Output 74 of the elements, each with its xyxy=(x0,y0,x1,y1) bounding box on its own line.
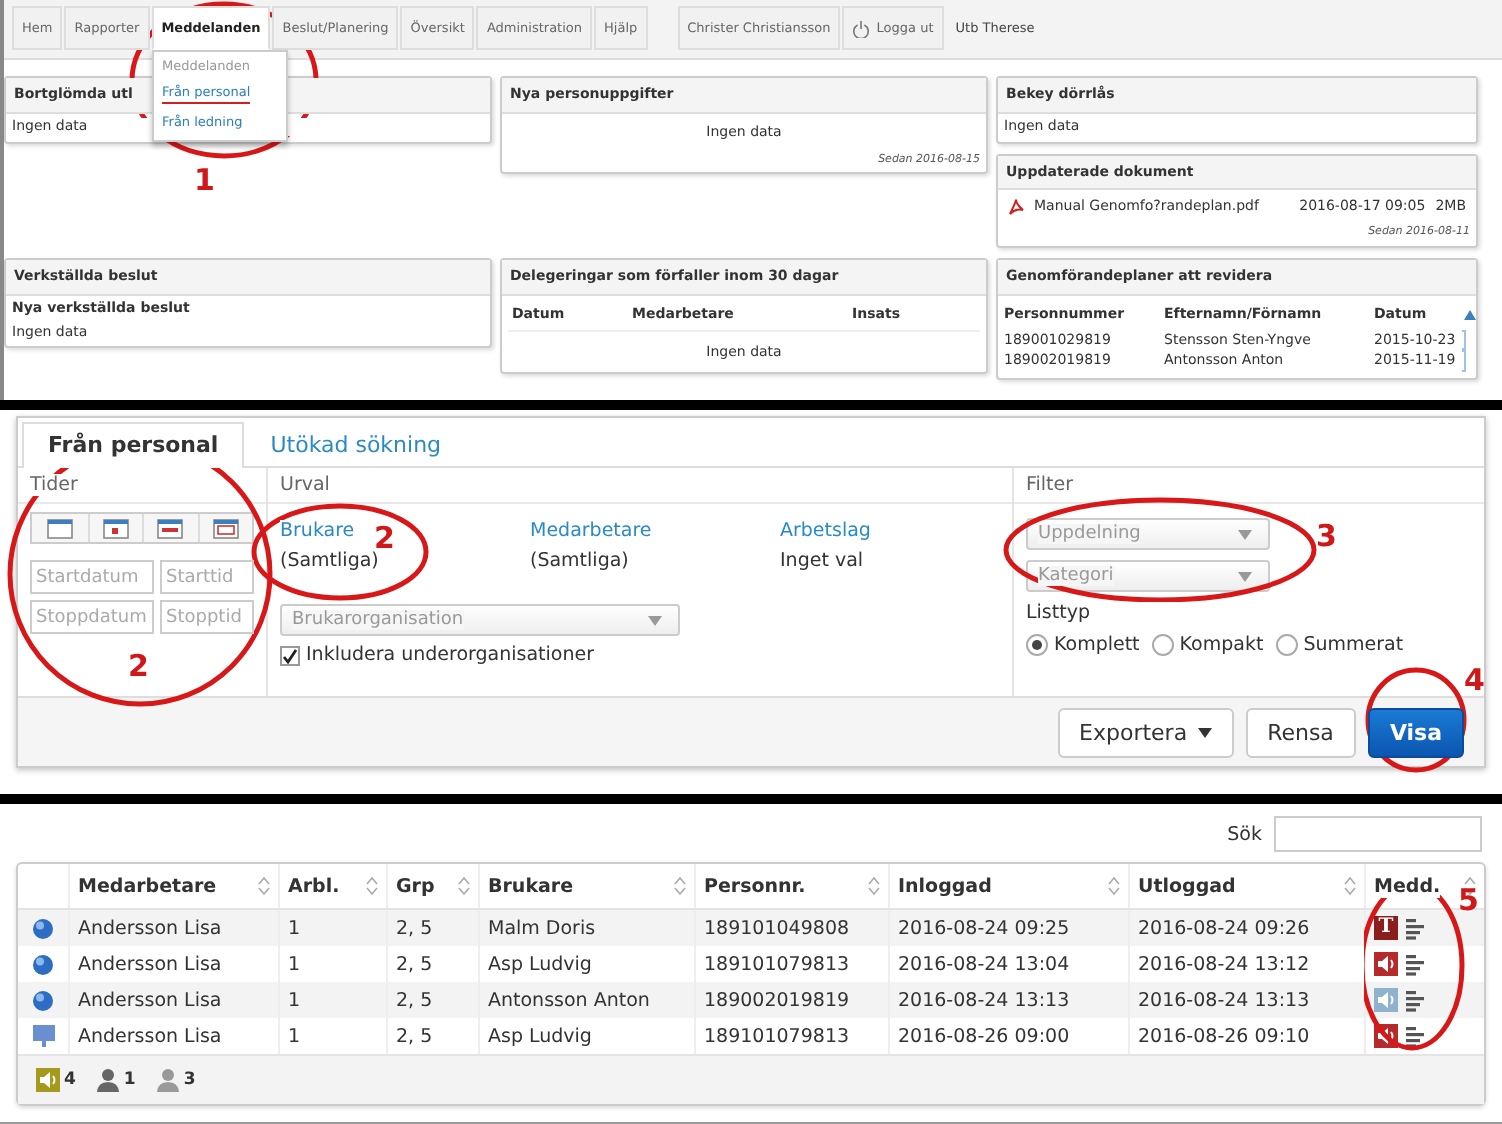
sort-icon xyxy=(458,876,470,896)
checkmark-icon xyxy=(282,647,298,663)
sort-icon xyxy=(674,876,686,896)
export-button[interactable]: Exportera xyxy=(1057,707,1234,757)
status-circle-icon xyxy=(32,917,54,939)
column-header[interactable]: Brukare xyxy=(478,864,694,908)
tab[interactable]: Från personal xyxy=(22,422,245,468)
text-lines-icon xyxy=(1406,917,1426,939)
table-cell: 2016-08-24 13:13 xyxy=(1128,982,1364,1018)
text-lines-icon xyxy=(1406,953,1426,975)
selection-link[interactable]: Arbetslag xyxy=(780,520,871,542)
annotation-number: 2 xyxy=(374,524,395,554)
search-field[interactable] xyxy=(1274,816,1482,852)
text-lines-icon xyxy=(1406,989,1426,1011)
show-button[interactable]: Visa xyxy=(1367,707,1464,757)
text-lines-icon xyxy=(1406,1025,1426,1047)
column-header[interactable]: Arbl. xyxy=(278,864,386,908)
person-icon xyxy=(155,1068,180,1092)
sort-icon xyxy=(1108,876,1120,896)
status-circle-icon xyxy=(32,953,54,975)
annotation-number: 3 xyxy=(1316,522,1337,552)
radio-button[interactable] xyxy=(1151,634,1174,656)
section-title: Filter xyxy=(1026,474,1074,496)
column-header[interactable]: Grp xyxy=(386,864,478,908)
pdf-icon xyxy=(1008,198,1024,217)
radio-label[interactable]: Kompakt xyxy=(1179,634,1264,656)
text-type-badge: T xyxy=(1374,916,1398,940)
caret-icon xyxy=(1238,571,1252,581)
sort-icon xyxy=(366,876,378,896)
column-header[interactable]: Medarbetare xyxy=(68,864,278,908)
count-label: 4 xyxy=(64,1070,76,1090)
sort-icon xyxy=(1344,876,1356,896)
status-circle-icon xyxy=(32,989,54,1011)
radio-button[interactable] xyxy=(1275,634,1298,656)
annotation-number: 1 xyxy=(194,166,215,196)
power-icon xyxy=(852,19,871,37)
reset-button[interactable]: Rensa xyxy=(1245,707,1356,757)
section-title: Urval xyxy=(280,474,330,496)
person-icon xyxy=(95,1068,120,1092)
selection-link[interactable]: Medarbetare xyxy=(530,520,652,542)
selection-link[interactable]: Brukare xyxy=(280,520,355,542)
column-header[interactable]: Inloggad xyxy=(888,864,1128,908)
column-header[interactable]: Personnr. xyxy=(694,864,888,908)
count-label: 1 xyxy=(123,1070,136,1090)
date-field[interactable]: Stoppdatum xyxy=(30,600,154,634)
caret-icon xyxy=(648,615,662,625)
time-field[interactable]: Stopptid xyxy=(160,600,254,634)
sort-ascending-icon xyxy=(1464,309,1476,320)
selection-value: (Samtliga) xyxy=(530,550,629,572)
annotation-ellipse xyxy=(1365,667,1467,773)
annotation-number: 4 xyxy=(1464,666,1485,696)
scrollbar[interactable] xyxy=(1462,329,1466,373)
sort-icon xyxy=(258,876,270,896)
annotation-number: 2 xyxy=(128,652,149,682)
monitor-icon xyxy=(31,1024,55,1048)
radio-label[interactable]: Summerat xyxy=(1303,634,1404,656)
count-label: 3 xyxy=(183,1070,196,1090)
sort-icon xyxy=(868,876,880,896)
section-title: Tider xyxy=(30,474,78,496)
caret-icon xyxy=(1238,529,1252,539)
table-cell: 2016-08-24 13:12 xyxy=(1128,946,1364,982)
selection-value: Inget val xyxy=(780,550,864,572)
selection-value: (Samtliga) xyxy=(280,550,379,572)
radio-button[interactable] xyxy=(1026,634,1048,656)
column-header[interactable]: Utloggad xyxy=(1128,864,1364,908)
checkbox[interactable] xyxy=(280,645,300,665)
search-label: Sök xyxy=(1227,823,1262,845)
speaker-icon xyxy=(36,1068,60,1092)
date-field[interactable]: Startdatum xyxy=(30,560,154,594)
radio-label[interactable]: Komplett xyxy=(1054,634,1140,656)
table-cell: 2016-08-24 09:26 xyxy=(1128,910,1364,946)
caret-icon xyxy=(1197,727,1212,737)
time-field[interactable]: Starttid xyxy=(160,560,254,594)
checkbox-label[interactable]: Inkludera underorganisationer xyxy=(306,644,595,666)
